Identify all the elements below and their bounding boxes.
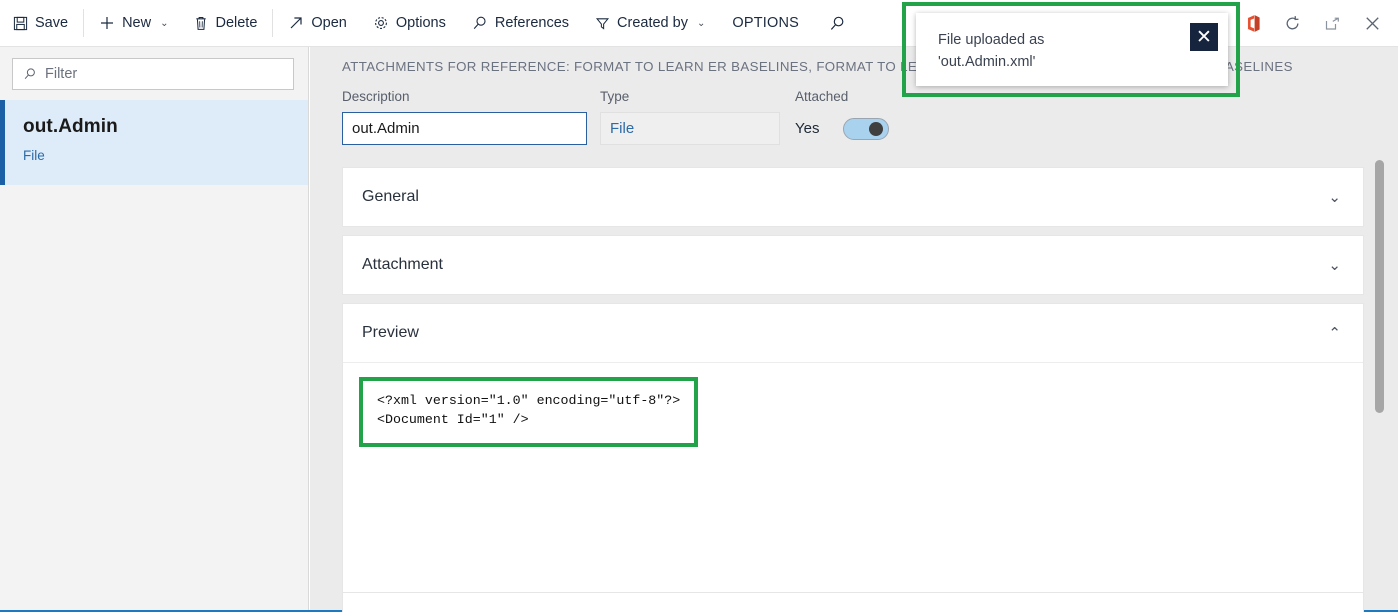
scrollbar-thumb[interactable] [1375,160,1384,413]
filter-funnel-icon [595,16,610,31]
notification-line-2: 'out.Admin.xml' [938,51,1044,73]
toolbar-divider-1 [83,9,84,37]
references-button[interactable]: References [459,0,582,47]
section-attachment-header[interactable]: Attachment ⌄ [343,236,1363,294]
attached-label: Attached [795,89,889,105]
preview-panel-filler [342,567,1364,593]
section-preview-header[interactable]: Preview ⌃ [343,304,1363,362]
trash-icon [194,16,208,31]
list-item-title: out.Admin [23,116,308,138]
vertical-scrollbar[interactable] [1364,47,1398,610]
section-attachment: Attachment ⌄ [342,235,1364,295]
save-button-label: Save [35,16,68,31]
options-button[interactable]: Options [360,0,459,47]
chevron-down-icon[interactable]: ⌄ [1328,188,1341,206]
section-preview-title: Preview [362,324,419,342]
open-button-label: Open [311,16,346,31]
chevron-down-icon[interactable]: ⌄ [1328,256,1341,274]
section-general-header[interactable]: General ⌄ [343,168,1363,226]
page-title-band: ATTACHMENTS FOR REFERENCE: FORMAT TO LEA… [310,47,1398,85]
close-icon[interactable] [1352,4,1392,44]
save-button[interactable]: Save [0,0,81,47]
notification-text: File uploaded as 'out.Admin.xml' [938,29,1044,74]
xml-preview-content: <?xml version="1.0" encoding="utf-8"?> <… [377,392,680,430]
description-field-group: Description [342,89,600,145]
references-button-label: References [495,16,569,31]
notification-popup: File uploaded as 'out.Admin.xml' ✕ [916,13,1228,86]
created-by-button[interactable]: Created by ⌄ [582,0,718,47]
xml-preview-annotation: <?xml version="1.0" encoding="utf-8"?> <… [359,377,698,447]
popout-window-icon[interactable] [1312,4,1352,44]
filter-input[interactable] [45,66,293,82]
notification-close-button[interactable]: ✕ [1190,23,1218,51]
description-label: Description [342,89,600,105]
accordion-sections: General ⌄ Attachment ⌄ Preview ⌃ <?xml v… [342,167,1364,612]
open-external-icon [288,15,304,31]
section-general-title: General [362,188,419,206]
attached-field-group: Attached Yes [795,89,889,145]
search-button[interactable] [813,0,862,47]
application-window: Save New ⌄ Delete [0,0,1398,612]
gear-icon [373,15,389,31]
section-preview: Preview ⌃ <?xml version="1.0" encoding="… [342,303,1364,612]
new-button-label: New [122,16,151,31]
chevron-down-icon: ⌄ [697,18,705,29]
type-value: File [600,112,780,145]
new-button[interactable]: New ⌄ [86,0,181,47]
toggle-knob [869,122,883,136]
filter-area [0,47,308,100]
left-pane: out.Admin File [0,47,309,610]
plus-icon [99,15,115,31]
save-icon [13,16,28,31]
field-row: Description Type File Attached Yes [342,89,889,145]
close-icon: ✕ [1196,28,1212,47]
notification-line-1: File uploaded as [938,29,1044,51]
attached-toggle[interactable] [843,118,889,140]
tab-options[interactable]: OPTIONS [718,0,813,47]
delete-button[interactable]: Delete [181,0,270,47]
delete-button-label: Delete [215,16,257,31]
type-field-group: Type File [600,89,795,145]
chevron-up-icon[interactable]: ⌃ [1328,324,1341,342]
attached-value: Yes [795,120,819,137]
magnifier-icon [472,15,488,31]
description-input[interactable] [342,112,587,145]
refresh-icon[interactable] [1272,4,1312,44]
options-button-label: Options [396,16,446,31]
filter-box[interactable] [12,58,294,90]
section-attachment-title: Attachment [362,256,443,274]
main-content: ATTACHMENTS FOR REFERENCE: FORMAT TO LEA… [310,47,1398,610]
list-item-subtitle: File [23,148,308,163]
open-button[interactable]: Open [275,0,359,47]
toolbar-divider-2 [272,9,273,37]
office-logo-icon[interactable] [1232,4,1272,44]
type-label: Type [600,89,795,105]
section-general: General ⌄ [342,167,1364,227]
list-item-out-admin[interactable]: out.Admin File [0,100,308,185]
search-icon [829,15,846,32]
created-by-button-label: Created by [617,16,688,31]
window-controls [1232,0,1398,47]
chevron-down-icon: ⌄ [160,18,168,29]
search-icon [23,67,37,81]
